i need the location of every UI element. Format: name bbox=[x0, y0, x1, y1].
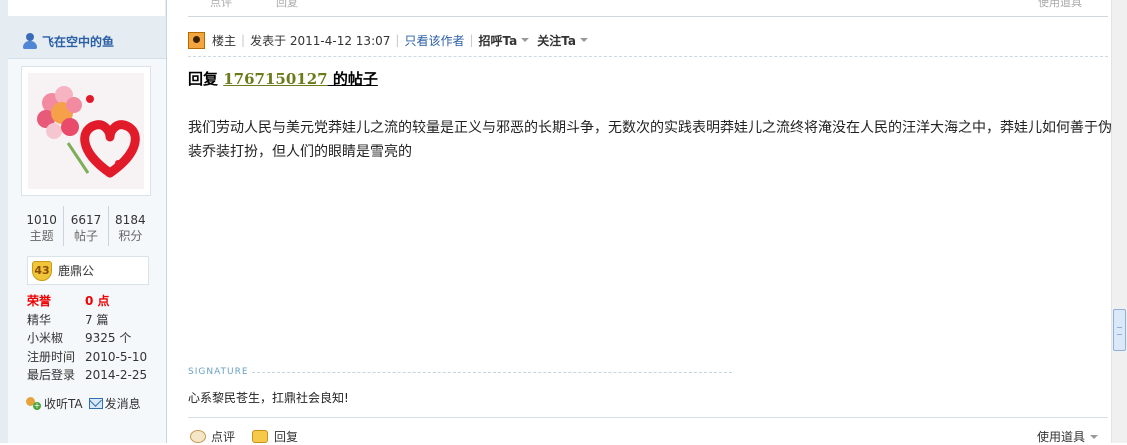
reply-button[interactable]: 回复 bbox=[252, 428, 298, 445]
reply-prefix: 回复 bbox=[188, 70, 224, 88]
signature-label: SIGNATURE bbox=[188, 367, 249, 377]
author-stats: 1010 主题 6617 帖子 8184 积分 bbox=[20, 206, 152, 246]
prev-reply-link[interactable]: 回复 bbox=[276, 0, 298, 10]
message-label: 发消息 bbox=[104, 397, 141, 411]
greet-dropdown[interactable]: 招呼Ta bbox=[479, 32, 538, 49]
info-key: 最后登录 bbox=[27, 368, 76, 382]
footer-divider bbox=[188, 417, 1108, 418]
follow-dropdown[interactable]: 关注Ta bbox=[537, 32, 596, 49]
tools-dropdown[interactable]: 使用道具 bbox=[1037, 428, 1099, 445]
scrollbar-thumb[interactable] bbox=[1113, 309, 1126, 351]
info-key: 精华 bbox=[27, 312, 52, 327]
mail-icon bbox=[88, 398, 103, 409]
follow-ta-label: 关注Ta bbox=[537, 33, 576, 48]
rank-level: 43 bbox=[34, 263, 50, 277]
signature-divider bbox=[252, 372, 732, 373]
stat-label: 积分 bbox=[118, 229, 143, 243]
reply-label: 回复 bbox=[274, 430, 299, 444]
greet-label: 招呼Ta bbox=[478, 33, 518, 48]
header-divider bbox=[188, 56, 1108, 57]
owner-label: 楼主 bbox=[212, 33, 237, 48]
vertical-scrollbar[interactable] bbox=[1111, 0, 1127, 443]
follow-button[interactable]: + 收听TA bbox=[26, 395, 83, 412]
rate-button[interactable]: 点评 bbox=[190, 428, 235, 445]
divider: | bbox=[241, 33, 246, 47]
chevron-down-icon bbox=[521, 38, 530, 42]
forum-post-page: 飞在空中的鱼 1010 主题 6617 帖子 8184 积分 43 鹿鼎公 荣誉… bbox=[0, 0, 1127, 444]
rank-box: 43 鹿鼎公 bbox=[27, 256, 149, 285]
chevron-down-icon bbox=[580, 38, 588, 42]
stat-topics[interactable]: 1010 主题 bbox=[20, 206, 65, 246]
post-header: 楼主 | 发表于 2011-4-12 13:07 | 只看该作者 | 招呼Ta … bbox=[188, 30, 596, 50]
signature-text: 心系黎民苍生，扛鼎社会良知! bbox=[188, 391, 349, 405]
prev-tools-link[interactable]: 使用道具 bbox=[1038, 0, 1082, 10]
post-footer: 点评 回复 使用道具 bbox=[188, 428, 1108, 444]
user-icon bbox=[22, 33, 38, 49]
info-row-digest: 精华 7 篇 bbox=[27, 311, 157, 330]
follow-label: 收听TA bbox=[44, 397, 83, 411]
stat-posts[interactable]: 6617 帖子 bbox=[64, 206, 109, 246]
info-value: 7 篇 bbox=[85, 312, 109, 327]
reply-suffix: 的帖子 bbox=[327, 70, 378, 88]
divider: | bbox=[395, 33, 400, 47]
info-row-last-login: 最后登录 2014-2-25 bbox=[27, 366, 157, 385]
author-sidebar: 飞在空中的鱼 1010 主题 6617 帖子 8184 积分 43 鹿鼎公 荣誉… bbox=[0, 0, 167, 443]
info-value: 0 点 bbox=[85, 294, 110, 308]
add-friend-icon: + bbox=[26, 396, 42, 411]
reply-title: 回复 1767150127 的帖子 bbox=[188, 68, 378, 89]
post-body: 我们劳动人民与美元党莽娃儿之流的较量是正义与邪恶的长期斗争，无数次的实践表明莽娃… bbox=[188, 120, 1112, 160]
only-author-link[interactable]: 只看该作者 bbox=[404, 32, 464, 49]
rate-label: 点评 bbox=[211, 430, 236, 444]
grip-icon bbox=[1117, 327, 1122, 335]
stat-label: 主题 bbox=[29, 229, 54, 243]
author-name[interactable]: 飞在空中的鱼 bbox=[42, 33, 114, 50]
info-value: 2014-2-25 bbox=[85, 368, 148, 382]
avatar[interactable] bbox=[21, 66, 151, 196]
info-row-honor: 荣誉 0 点 bbox=[27, 292, 157, 311]
info-row-pepper: 小米椒 9325 个 bbox=[27, 329, 157, 348]
post-time: 发表于 2011-4-12 13:07 bbox=[250, 33, 391, 48]
chevron-down-icon bbox=[1090, 434, 1099, 439]
author-name-link[interactable]: 飞在空中的鱼 bbox=[22, 31, 114, 51]
rank-badge-icon: 43 bbox=[32, 260, 52, 281]
stat-points[interactable]: 8184 积分 bbox=[109, 206, 152, 246]
author-info-list: 荣誉 0 点 精华 7 篇 小米椒 9325 个 注册时间 2010-5-10 … bbox=[27, 292, 157, 385]
info-value: 2010-5-10 bbox=[85, 349, 148, 364]
divider: | bbox=[469, 33, 474, 47]
avatar-image bbox=[28, 73, 144, 189]
tools-label: 使用道具 bbox=[1037, 430, 1086, 444]
message-button[interactable]: 发消息 bbox=[88, 395, 141, 412]
info-value: 9325 个 bbox=[85, 331, 132, 345]
reply-icon bbox=[252, 430, 268, 443]
prev-rate-link[interactable]: 点评 bbox=[210, 0, 232, 10]
previous-sidebar-edge bbox=[8, 0, 165, 16]
comment-icon bbox=[190, 430, 206, 443]
info-key: 小米椒 bbox=[27, 331, 64, 345]
stat-value: 6617 bbox=[70, 213, 102, 227]
stat-label: 帖子 bbox=[73, 229, 98, 243]
info-key: 荣誉 bbox=[27, 294, 52, 308]
quoted-post-link[interactable]: 1767150127 bbox=[223, 70, 327, 88]
author-actions: + 收听TA 发消息 bbox=[26, 395, 147, 412]
previous-post-footer: 点评 回复 使用道具 bbox=[188, 0, 1108, 17]
info-row-registered: 注册时间 2010-5-10 bbox=[27, 348, 157, 367]
post-content-area: 点评 回复 使用道具 楼主 | 发表于 2011-4-12 13:07 | 只看… bbox=[168, 0, 1112, 444]
stat-value: 8184 bbox=[115, 213, 146, 227]
thread-owner-icon bbox=[188, 31, 205, 49]
info-key: 注册时间 bbox=[27, 349, 76, 364]
stat-value: 1010 bbox=[26, 213, 57, 227]
rank-name: 鹿鼎公 bbox=[58, 264, 95, 278]
